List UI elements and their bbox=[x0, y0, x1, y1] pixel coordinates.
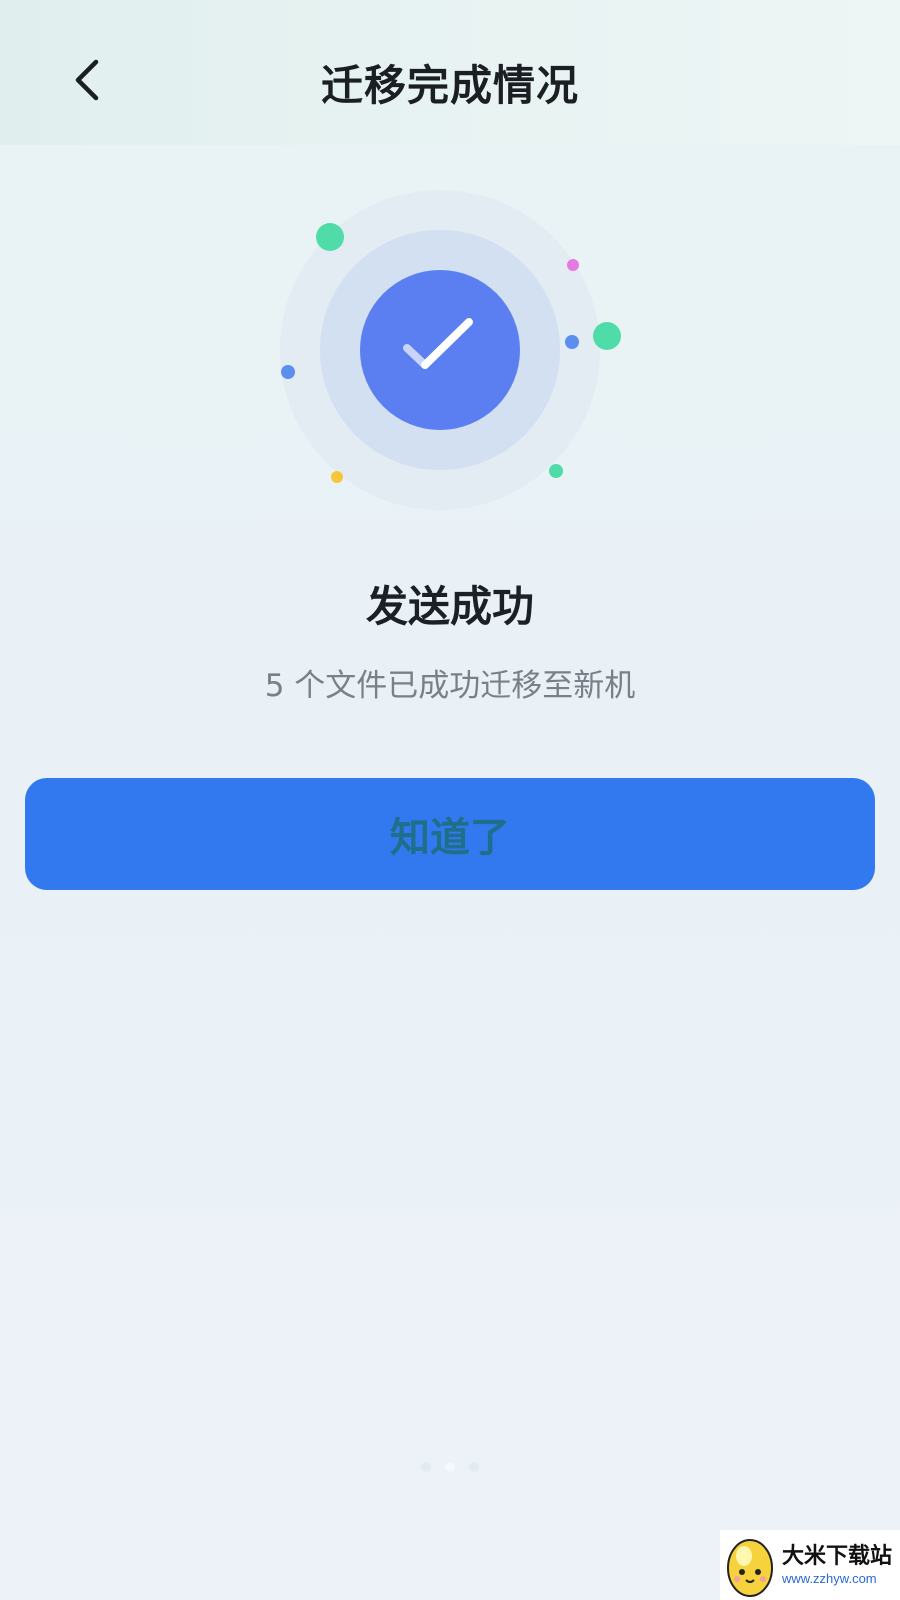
top-app-bar: 迁移完成情况 bbox=[0, 0, 900, 145]
mascot-logo-icon bbox=[727, 1539, 773, 1597]
decor-dot-blue-right bbox=[565, 335, 579, 349]
watermark-url: www.zzhyw.com bbox=[782, 1571, 877, 1586]
confirm-button[interactable]: 知道了 bbox=[25, 778, 875, 890]
watermark-name: 大米下载站 bbox=[782, 1544, 893, 1569]
page-title: 迁移完成情况 bbox=[320, 61, 579, 110]
decor-dot-green-large bbox=[593, 322, 621, 350]
result-subtitle: 5 个文件已成功迁移至新机 bbox=[264, 668, 636, 704]
page-indicator bbox=[0, 1462, 900, 1472]
watermark: 大米下载站 www.zzhyw.com bbox=[720, 1530, 900, 1600]
page-dot bbox=[421, 1462, 431, 1472]
page-dot bbox=[469, 1462, 479, 1472]
decor-dot-pink bbox=[567, 259, 579, 271]
page-dot-active bbox=[445, 1462, 455, 1472]
success-illustration bbox=[280, 190, 621, 510]
decor-dot-yellow bbox=[331, 471, 343, 483]
decor-dot-green bbox=[316, 223, 344, 251]
result-title: 发送成功 bbox=[365, 582, 534, 631]
decor-dot-green-small bbox=[549, 464, 563, 478]
decor-dot-blue-left bbox=[281, 365, 295, 379]
